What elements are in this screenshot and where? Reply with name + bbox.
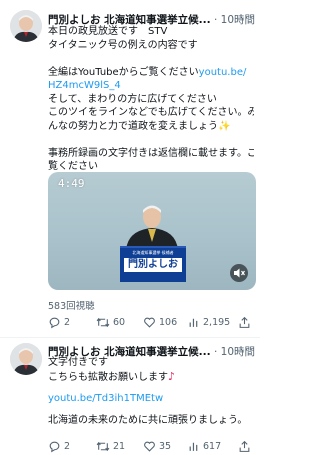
like-count: 106 — [159, 317, 178, 328]
retweet-icon — [96, 441, 110, 452]
analytics-icon — [189, 318, 198, 327]
reply-count: 2 — [64, 317, 71, 328]
tweet-line: 北海道の未来のために共に頑張りましょう。 — [48, 414, 248, 426]
view-count: 617 — [203, 441, 222, 452]
like-button[interactable]: 35 — [143, 440, 171, 453]
share-button[interactable] — [238, 440, 251, 453]
more-options-icon[interactable]: ··· — [240, 343, 254, 357]
reply-count: 2 — [64, 441, 71, 452]
retweet-icon — [96, 317, 110, 328]
view-count: 2,195 — [203, 317, 231, 328]
views-button[interactable]: 617 — [188, 440, 221, 453]
reply-icon — [49, 317, 60, 329]
tweet-line: 全編はYouTubeからご覧くださいyoutu.be/ — [48, 66, 254, 80]
heart-icon — [144, 317, 155, 328]
like-button[interactable]: 106 — [143, 316, 177, 329]
retweet-button[interactable]: 60 — [96, 316, 125, 329]
tweet-line-text: んなの努力と力で道政を変えましょう — [48, 120, 218, 132]
video-view-count: 583回視聴 — [48, 301, 95, 312]
tweet-actions: 2 60 106 2,195 — [48, 316, 252, 330]
avatar[interactable] — [10, 10, 42, 42]
reply-button[interactable]: 2 — [48, 316, 70, 329]
tweet-divider — [0, 337, 260, 338]
podium-sign: 北海道知事選挙 候補者 門別よしお — [120, 250, 186, 272]
youtube-link[interactable]: youtu.be/Td3ih1TMEtw — [48, 392, 254, 406]
profile-photo — [10, 10, 42, 42]
mute-button[interactable] — [230, 264, 248, 282]
tweet-line: 本日の政見放送です STV — [48, 26, 168, 37]
sparkles-icon: ✨ — [218, 120, 231, 132]
tweet-line: 文字付きです — [48, 357, 108, 368]
youtube-link[interactable]: youtu.be/ — [199, 67, 247, 78]
tweet-line: タイタニック号の例えの内容です — [48, 39, 198, 51]
more-options-icon[interactable]: ··· — [240, 11, 254, 25]
tweet-text: 本日の政見放送です STV タイタニック号の例えの内容です 全編はYouTube… — [48, 25, 254, 174]
video-frame — [120, 205, 186, 282]
views-button[interactable]: 2,195 — [188, 316, 230, 329]
podium-caption: 北海道知事選挙 候補者 — [132, 250, 174, 255]
share-icon — [239, 316, 250, 328]
retweet-button[interactable]: 21 — [96, 440, 125, 453]
tweet-line-text: こちらも拡散お願いします — [48, 371, 168, 383]
youtube-link-cont[interactable]: HZ4mcW9lS_4 — [48, 79, 254, 93]
share-icon — [239, 440, 250, 452]
tweet-actions: 2 21 35 617 — [48, 440, 252, 454]
tweet-line: そして、まわりの方に広げてください — [48, 93, 217, 105]
avatar[interactable] — [10, 343, 42, 375]
tweet-text: 文字付きです こちらも拡散お願いします♪ youtu.be/Td3ih1TMEt… — [48, 356, 254, 427]
podium-name: 門別よしお — [124, 258, 182, 272]
reply-icon — [49, 441, 60, 453]
music-note-icon: ♪ — [168, 369, 176, 383]
video-player[interactable]: 4:49 北海道知事選挙 候補者 門別よしお — [48, 172, 256, 290]
tweet-line: このツイをラインなどでも広げてください。み — [48, 107, 254, 118]
analytics-icon — [189, 442, 198, 451]
profile-photo — [10, 343, 42, 375]
reply-button[interactable]: 2 — [48, 440, 70, 453]
retweet-count: 21 — [113, 441, 126, 452]
share-button[interactable] — [238, 316, 251, 329]
like-count: 35 — [159, 441, 172, 452]
tweet-line: んなの努力と力で道政を変えましょう✨ — [48, 120, 254, 134]
retweet-count: 60 — [113, 317, 126, 328]
volume-muted-icon — [234, 268, 245, 278]
tweet-line-text: 全編はYouTubeからご覧ください — [48, 66, 199, 78]
tweet-line: こちらも拡散お願いします♪ — [48, 370, 254, 385]
heart-icon — [144, 441, 155, 452]
tweet-line: 事務所録画の文字付きは返信欄に載せます。ご — [48, 147, 254, 159]
